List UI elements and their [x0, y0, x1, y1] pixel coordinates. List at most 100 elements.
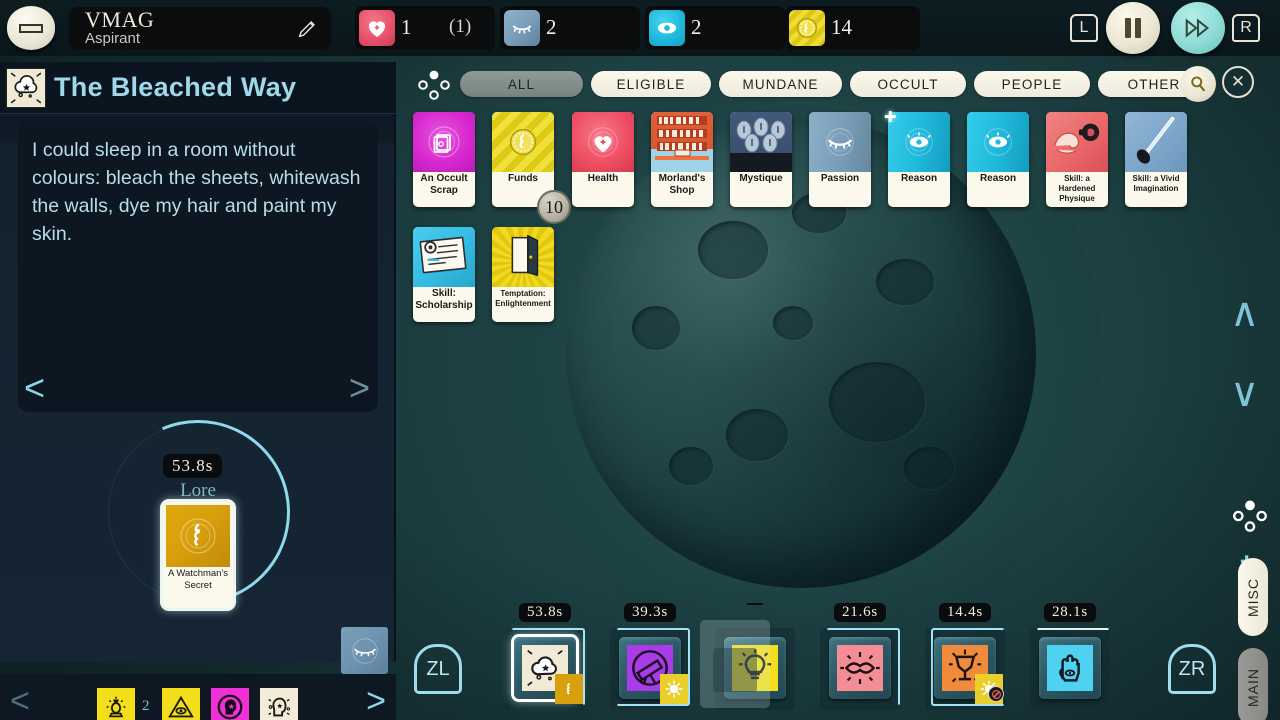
resource-mystique[interactable]: 2	[500, 6, 640, 50]
open-eye-icon	[888, 112, 950, 172]
resource-funds[interactable]: 14	[785, 6, 920, 50]
tab-mundane[interactable]: MUNDANE	[719, 71, 842, 97]
description-next-button[interactable]: >	[349, 367, 370, 409]
zr-trigger-button[interactable]: ZR	[1168, 644, 1216, 694]
slot-card[interactable]: A Watchman's Secret	[163, 502, 233, 608]
lantern-icon[interactable]	[96, 687, 136, 720]
card-skill-vivid-imagination[interactable]: Skill: a Vivid Imagination	[1125, 112, 1187, 207]
cream-head-icon[interactable]	[259, 687, 299, 720]
card-reason-1[interactable]: Reason	[888, 112, 950, 207]
tab-occult[interactable]: OCCULT	[850, 71, 966, 97]
aspect-prev-button[interactable]: <	[10, 682, 30, 720]
card-health[interactable]: Health	[572, 112, 634, 207]
reason-value: 2	[691, 15, 702, 40]
slot-label: Lore	[0, 480, 396, 502]
verb-timer: 39.3s	[624, 603, 676, 622]
page-title: The Bleached Way	[54, 72, 296, 103]
verb-timer: 14.4s	[939, 603, 991, 622]
left-bumper-button[interactable]: L	[1070, 14, 1098, 42]
zl-trigger-button[interactable]: ZL	[414, 644, 462, 694]
verb-slot-dream[interactable]: 53.8s	[505, 628, 585, 710]
resource-health[interactable]: 1 (1)	[355, 6, 495, 50]
open-eye-icon	[967, 112, 1029, 172]
occult-book-icon	[413, 112, 475, 172]
verb-attached-card[interactable]	[555, 674, 583, 704]
minus-button[interactable]	[7, 6, 55, 50]
tab-misc[interactable]: MISC	[1238, 558, 1268, 636]
card-skill-hardened-physique[interactable]: Skill: a Hardened Physique	[1046, 112, 1108, 207]
card-stack-badge: 10	[537, 190, 571, 224]
card-mystique[interactable]: Mystique	[730, 112, 792, 207]
manuscript-icon	[413, 227, 475, 287]
magenta-head-icon[interactable]	[210, 687, 250, 720]
glow-icon	[660, 674, 688, 704]
scroll-down-button[interactable]: ∨	[1230, 370, 1259, 416]
heart-icon	[359, 10, 395, 46]
slot-card-label: A Watchman's Secret	[163, 568, 233, 592]
card-label: Funds	[492, 173, 554, 185]
paintbrush-icon	[1125, 112, 1187, 172]
scroll-up-button[interactable]: ∧	[1230, 290, 1259, 336]
verb-slot-explore[interactable]: 28.1s	[1030, 628, 1110, 710]
health-value: 1	[401, 15, 412, 40]
right-bumper-button[interactable]: R	[1232, 14, 1260, 42]
dpad-icon	[1232, 498, 1268, 534]
verb-slot-frame[interactable]	[829, 637, 891, 699]
funds-value: 14	[831, 15, 852, 40]
resource-reason[interactable]: 2	[645, 6, 785, 50]
card-passion[interactable]: Passion	[809, 112, 871, 207]
fast-forward-button[interactable]	[1171, 2, 1225, 54]
card-label: Skill: Scholarship	[413, 288, 475, 312]
card-morlands-shop[interactable]: Morland's Shop	[651, 112, 713, 207]
verb-slot-consume[interactable]: 14.4s	[925, 628, 1005, 710]
card-label: Skill: a Hardened Physique	[1046, 173, 1108, 204]
crowd-icon	[730, 112, 792, 172]
dream-cloud-icon	[6, 68, 46, 108]
verb-timer: 28.1s	[1044, 603, 1096, 622]
card-temptation-enlightenment[interactable]: Temptation: Enlightenment	[492, 227, 554, 322]
eye-triangle-icon[interactable]	[161, 687, 201, 720]
dpad-icon	[417, 70, 451, 100]
card-label: An Occult Scrap	[413, 173, 475, 197]
card-label: Morland's Shop	[651, 173, 713, 197]
pencil-icon[interactable]	[297, 17, 319, 39]
closed-eye-icon	[809, 112, 871, 172]
verb-attached-card[interactable]	[975, 674, 1003, 704]
floating-aspect-mystique[interactable]	[341, 627, 388, 674]
pause-button[interactable]	[1106, 2, 1160, 54]
closed-eye-icon	[349, 635, 381, 667]
search-button[interactable]	[1180, 66, 1216, 102]
open-door-icon	[492, 227, 554, 287]
fast-forward-icon	[1183, 16, 1213, 40]
situation-description-box: I could sleep in a room without colours:…	[18, 122, 378, 412]
heart-icon	[572, 112, 634, 172]
tab-people[interactable]: PEOPLE	[974, 71, 1090, 97]
card-reason-2[interactable]: Reason	[967, 112, 1029, 207]
tab-main[interactable]: MAIN	[1238, 648, 1268, 720]
card-an-occult-scrap[interactable]: An Occult Scrap	[413, 112, 475, 207]
tab-main-label: MAIN	[1245, 668, 1261, 707]
verb-attached-card[interactable]	[660, 674, 688, 704]
coin-icon	[492, 112, 554, 172]
description-prev-button[interactable]: <	[24, 367, 45, 409]
verb-slot-study[interactable]: 39.3s	[610, 628, 690, 710]
verb-slot-talk[interactable]: 21.6s	[820, 628, 900, 710]
card-label: Reason	[888, 173, 950, 185]
card-skill-scholarship[interactable]: Skill: Scholarship	[413, 227, 475, 322]
mystique-value: 2	[546, 15, 557, 40]
card-label: Temptation: Enlightenment	[492, 288, 554, 309]
player-name-plate[interactable]: VMAG Aspirant	[69, 6, 331, 50]
pause-icon	[1125, 18, 1131, 38]
tab-eligible[interactable]: ELIGIBLE	[591, 71, 711, 97]
aspect-next-button[interactable]: >	[366, 682, 386, 720]
close-button[interactable]: ✕	[1222, 66, 1254, 98]
top-status-bar: VMAG Aspirant 1 (1) 2 2 14 L	[0, 0, 1280, 56]
tab-all[interactable]: ALL	[460, 71, 583, 97]
dragged-card-ghost[interactable]	[700, 620, 770, 708]
verb-slot-frame[interactable]	[1039, 637, 1101, 699]
lips-icon	[837, 645, 883, 691]
card-label: Skill: a Vivid Imagination	[1125, 173, 1187, 194]
card-label: Health	[572, 173, 634, 185]
card-label: Passion	[809, 173, 871, 185]
card-label: Mystique	[730, 173, 792, 185]
